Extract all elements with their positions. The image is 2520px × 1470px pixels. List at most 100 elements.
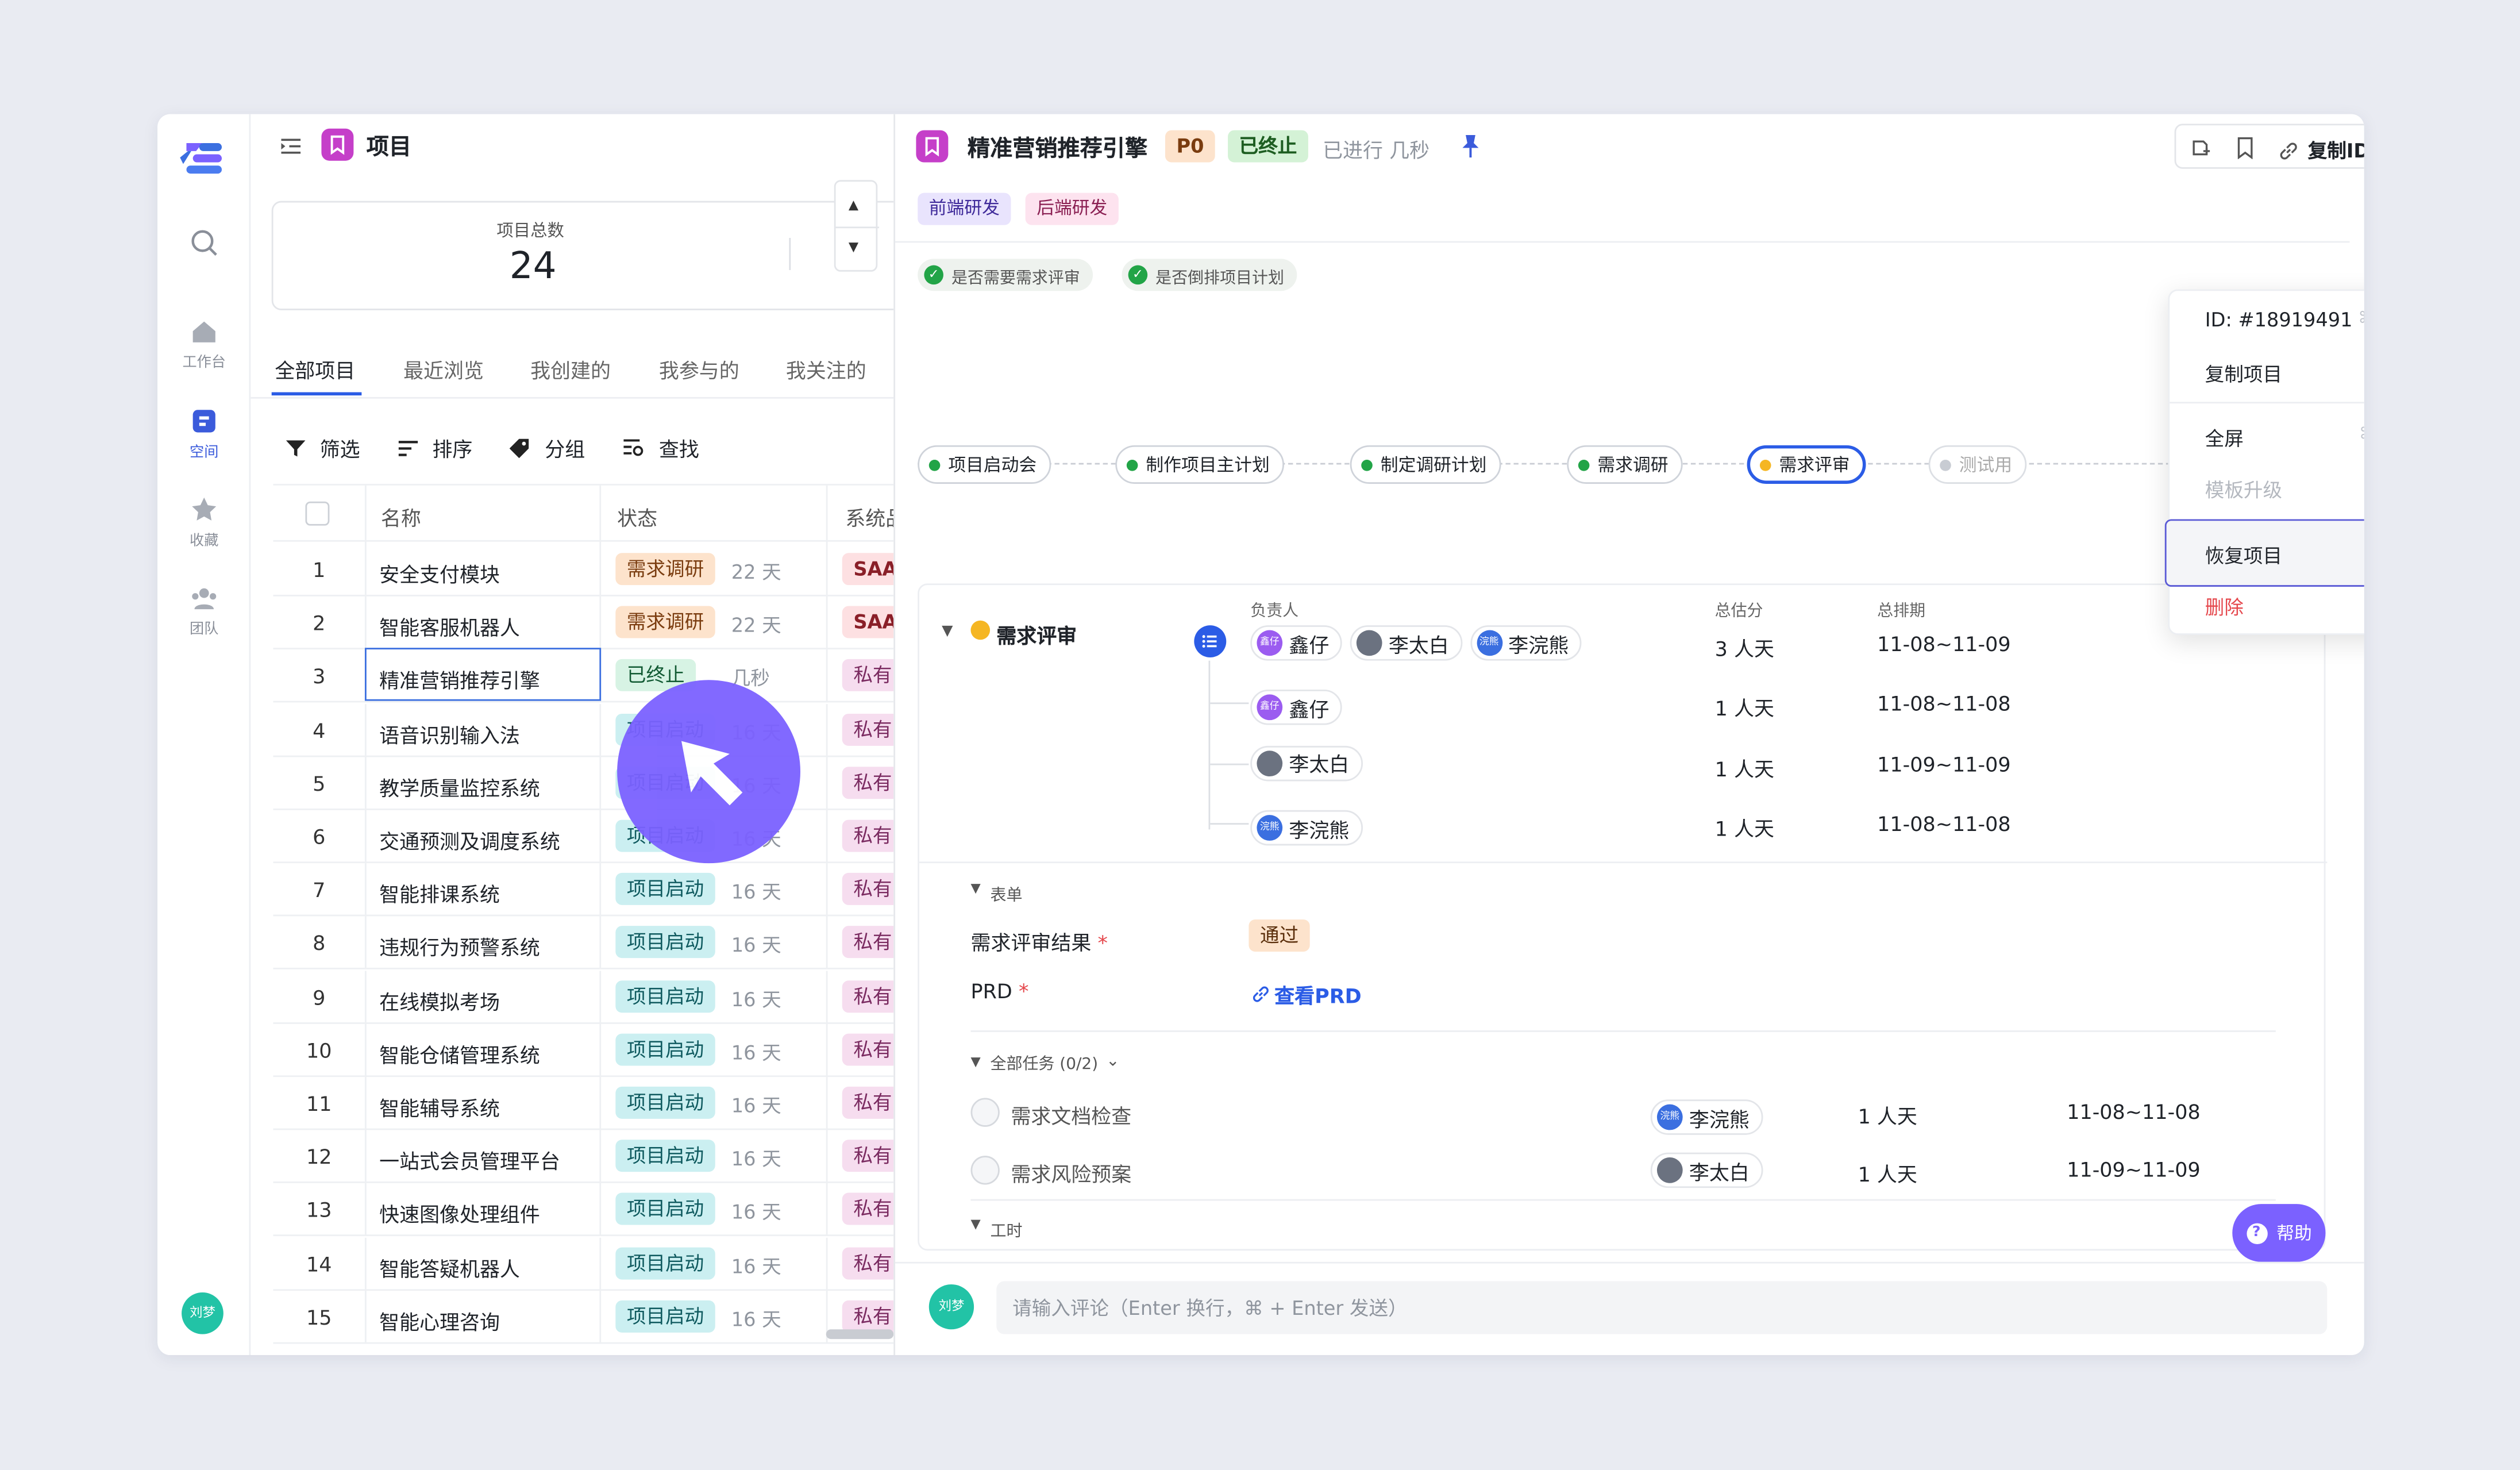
menu-id-item[interactable]: ID: #18919491 xyxy=(2205,309,2353,331)
help-button[interactable]: ? 帮助 xyxy=(2232,1204,2326,1262)
horizontal-scrollbar[interactable] xyxy=(826,1329,894,1340)
menu-copy-project[interactable]: 复制项目 xyxy=(2205,360,2282,388)
pipeline-step[interactable]: 制作项目主计划 xyxy=(1115,445,1284,484)
task-owner[interactable]: 浣熊 李浣熊 xyxy=(1650,1095,1770,1135)
table-row[interactable]: 4 语音识别输入法 项目启动 16 天 私有 xyxy=(273,703,907,757)
col-status[interactable]: 状态 xyxy=(617,502,657,532)
row-status[interactable]: 需求调研 xyxy=(615,553,715,586)
table-row[interactable]: 2 智能客服机器人 需求调研 22 天 SAA xyxy=(273,597,907,650)
share-icon[interactable] xyxy=(2189,135,2211,166)
row-status[interactable]: 项目启动 xyxy=(615,873,715,906)
status-badge[interactable]: 已终止 xyxy=(1228,130,1308,163)
table-row[interactable]: 8 违规行为预警系统 项目启动 16 天 私有 xyxy=(273,917,907,970)
arrow-up-icon[interactable]: ▲ xyxy=(849,198,858,212)
col-name[interactable]: 名称 xyxy=(381,502,421,532)
row-name[interactable]: 智能辅导系统 xyxy=(379,1091,500,1122)
owner-chip[interactable]: 李太白 xyxy=(1350,625,1462,661)
row-name[interactable]: 安全支付模块 xyxy=(379,558,500,588)
table-row[interactable]: 7 智能排课系统 项目启动 16 天 私有 xyxy=(273,863,907,917)
sub-owner[interactable]: 浣熊 李浣熊 xyxy=(1250,805,1370,846)
search-icon[interactable] xyxy=(190,228,218,264)
pipeline-step[interactable]: 需求调研 xyxy=(1567,445,1683,484)
summary-stepper[interactable]: ▲ ▼ xyxy=(834,180,880,272)
prd-link[interactable]: 查看PRD xyxy=(1252,979,1362,1009)
sub-owner[interactable]: 李太白 xyxy=(1250,745,1370,782)
pipeline-step[interactable]: 测试用 xyxy=(1928,445,2027,484)
row-name[interactable]: 教学质量监控系统 xyxy=(379,771,540,802)
filter-button[interactable]: 筛选 xyxy=(286,432,360,463)
tab-all[interactable]: 全部项目 xyxy=(275,353,355,384)
collapse-caret-icon[interactable]: ▼ xyxy=(942,624,953,640)
owner-chip[interactable]: 浣熊 李浣熊 xyxy=(1470,625,1582,661)
row-name[interactable]: 违规行为预警系统 xyxy=(379,932,540,962)
task-name[interactable]: 需求文档检查 xyxy=(1011,1099,1131,1130)
group-button[interactable]: 分组 xyxy=(509,432,585,463)
copy-id-button[interactable]: 复制ID xyxy=(2279,137,2364,164)
rail-favorites[interactable]: 收藏 xyxy=(157,495,251,550)
sort-button[interactable]: 排序 xyxy=(398,432,472,463)
row-name[interactable]: 智能仓储管理系统 xyxy=(379,1038,540,1068)
table-row[interactable]: 6 交通预测及调度系统 项目启动 16 天 私有 xyxy=(273,810,907,864)
menu-fullscreen[interactable]: 全屏 xyxy=(2205,424,2244,452)
bookmark-icon[interactable] xyxy=(2234,135,2256,166)
row-status[interactable]: 项目启动 xyxy=(615,1300,715,1333)
table-row[interactable]: 10 智能仓储管理系统 项目启动 16 天 私有 xyxy=(273,1023,907,1077)
table-row[interactable]: 13 快速图像处理组件 项目启动 16 天 私有 xyxy=(273,1183,907,1237)
table-row[interactable]: 12 一站式会员管理平台 项目启动 16 天 私有 xyxy=(273,1130,907,1184)
list-icon[interactable] xyxy=(1194,625,1227,658)
row-name[interactable]: 交通预测及调度系统 xyxy=(379,825,560,855)
task-owner[interactable]: 李太白 xyxy=(1650,1152,1770,1190)
row-name[interactable]: 语音识别输入法 xyxy=(379,718,520,748)
menu-restore-project[interactable]: 恢复项目 xyxy=(2205,542,2282,569)
check-plan[interactable]: ✓ 是否倒排项目计划 xyxy=(1122,259,1297,291)
row-status[interactable]: 项目启动 xyxy=(615,926,715,959)
row-name[interactable]: 智能排课系统 xyxy=(379,878,500,909)
pipeline-step[interactable]: 需求评审 xyxy=(1747,445,1866,484)
table-row[interactable]: 5 教学质量监控系统 项目启动 16 天 私有 xyxy=(273,756,907,810)
row-name[interactable]: 智能答疑机器人 xyxy=(379,1252,520,1282)
menu-delete[interactable]: 删除 xyxy=(2205,593,2244,621)
table-row[interactable]: 9 在线模拟考场 项目启动 16 天 私有 xyxy=(273,970,907,1023)
find-button[interactable]: 查找 xyxy=(623,432,699,463)
table-row[interactable]: 11 智能辅导系统 项目启动 16 天 私有 xyxy=(273,1077,907,1130)
result-value[interactable]: 通过 xyxy=(1249,919,1310,952)
owner-chip[interactable]: 鑫仔 鑫仔 xyxy=(1250,625,1342,661)
row-status[interactable]: 项目启动 xyxy=(615,1033,715,1065)
hours-section-toggle[interactable]: ▼ 工时 xyxy=(971,1217,1023,1241)
rail-team[interactable]: 团队 xyxy=(157,583,251,638)
tab-followed[interactable]: 我关注的 xyxy=(786,353,866,384)
table-row[interactable]: 1 安全支付模块 需求调研 22 天 SAA xyxy=(273,543,907,597)
pin-icon[interactable] xyxy=(1461,133,1481,164)
comment-input[interactable]: 请输入评论（Enter 换行，⌘ + Enter 发送） xyxy=(996,1281,2328,1334)
tasks-section-toggle[interactable]: ▼ 全部任务 (0/2) ⌄ xyxy=(971,1050,1120,1073)
sub-owner[interactable]: 鑫仔 鑫仔 xyxy=(1250,685,1350,725)
tab-recent[interactable]: 最近浏览 xyxy=(403,353,484,384)
pipeline-step[interactable]: 制定调研计划 xyxy=(1350,445,1501,484)
row-status[interactable]: 项目启动 xyxy=(615,1140,715,1172)
row-name[interactable]: 智能客服机器人 xyxy=(379,611,520,641)
tab-created[interactable]: 我创建的 xyxy=(530,353,611,384)
form-section-toggle[interactable]: ▼ 表单 xyxy=(971,881,1023,905)
row-name[interactable]: 在线模拟考场 xyxy=(379,985,500,1015)
rail-workspace[interactable]: 工作台 xyxy=(157,317,251,371)
row-status[interactable]: 项目启动 xyxy=(615,1086,715,1119)
tag-backend[interactable]: 后端研发 xyxy=(1025,193,1119,225)
task-name[interactable]: 需求风险预案 xyxy=(1011,1157,1131,1188)
arrow-down-icon[interactable]: ▼ xyxy=(849,240,858,254)
row-status[interactable]: 项目启动 xyxy=(615,980,715,1013)
tag-frontend[interactable]: 前端研发 xyxy=(918,193,1011,225)
table-row[interactable]: 15 智能心理咨询 项目启动 16 天 私有 xyxy=(273,1290,907,1344)
table-row[interactable]: 14 智能答疑机器人 项目启动 16 天 私有 xyxy=(273,1237,907,1291)
pipeline-step[interactable]: 项目启动会 xyxy=(918,445,1051,484)
collapse-icon[interactable] xyxy=(280,133,302,164)
row-name[interactable]: 快速图像处理组件 xyxy=(379,1198,540,1229)
priority-badge[interactable]: P0 xyxy=(1165,130,1216,163)
task-checkbox[interactable] xyxy=(970,1156,1000,1185)
task-checkbox[interactable] xyxy=(970,1098,1000,1127)
row-name[interactable]: 一站式会员管理平台 xyxy=(379,1145,560,1175)
rail-space[interactable]: 空间 xyxy=(157,407,251,461)
tab-joined[interactable]: 我参与的 xyxy=(659,353,739,384)
row-status[interactable]: 需求调研 xyxy=(615,606,715,639)
select-all-checkbox[interactable] xyxy=(305,501,330,526)
user-avatar[interactable]: 刘梦 xyxy=(182,1292,224,1334)
